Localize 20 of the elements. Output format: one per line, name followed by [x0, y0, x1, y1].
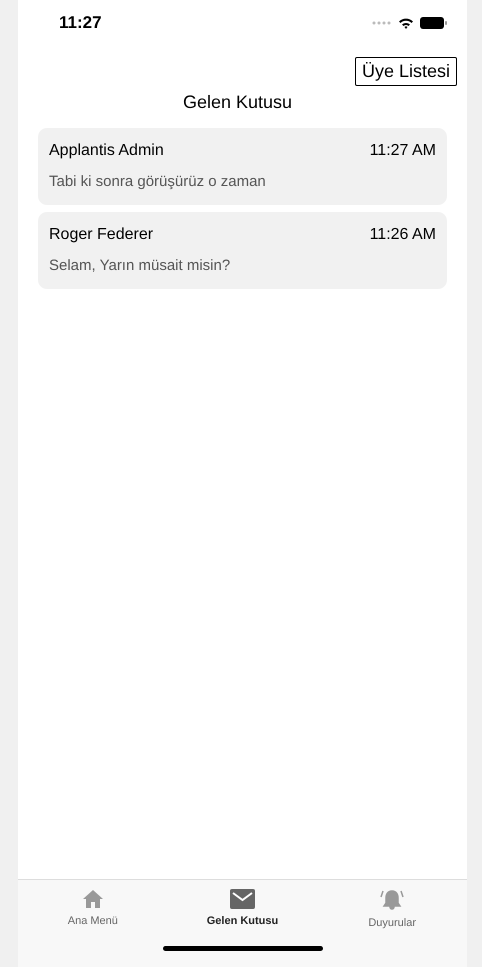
- message-time: 11:26 AM: [370, 226, 436, 244]
- tab-item[interactable]: Duyurular: [317, 889, 467, 929]
- tab-item[interactable]: Gelen Kutusu: [168, 889, 318, 929]
- battery-icon: [420, 17, 447, 29]
- member-list-button[interactable]: Üye Listesi: [354, 57, 457, 86]
- status-time: 11:27: [59, 13, 102, 33]
- bell-icon: [379, 889, 406, 911]
- tab-item[interactable]: Ana Menü: [18, 889, 168, 929]
- message-preview: Selam, Yarın müsait misin?: [49, 257, 232, 274]
- home-icon: [82, 889, 104, 909]
- page-title: Gelen Kutusu: [182, 92, 294, 113]
- wifi-icon: [398, 17, 414, 29]
- mail-icon: [230, 889, 255, 909]
- sender-name: Roger Federer: [49, 226, 154, 244]
- message-card[interactable]: Roger Federer 11:26 AM Selam, Yarın müsait misin?: [38, 212, 447, 289]
- message-card[interactable]: Applantis Admin 11:27 AM Tabi ki sonra görüşürüz o zaman: [38, 128, 447, 205]
- message-preview: Tabi ki sonra görüşürüz o zaman: [49, 173, 267, 190]
- message-time: 11:27 AM: [370, 142, 436, 160]
- signal-icon: [372, 21, 392, 25]
- sender-name: Applantis Admin: [49, 142, 164, 160]
